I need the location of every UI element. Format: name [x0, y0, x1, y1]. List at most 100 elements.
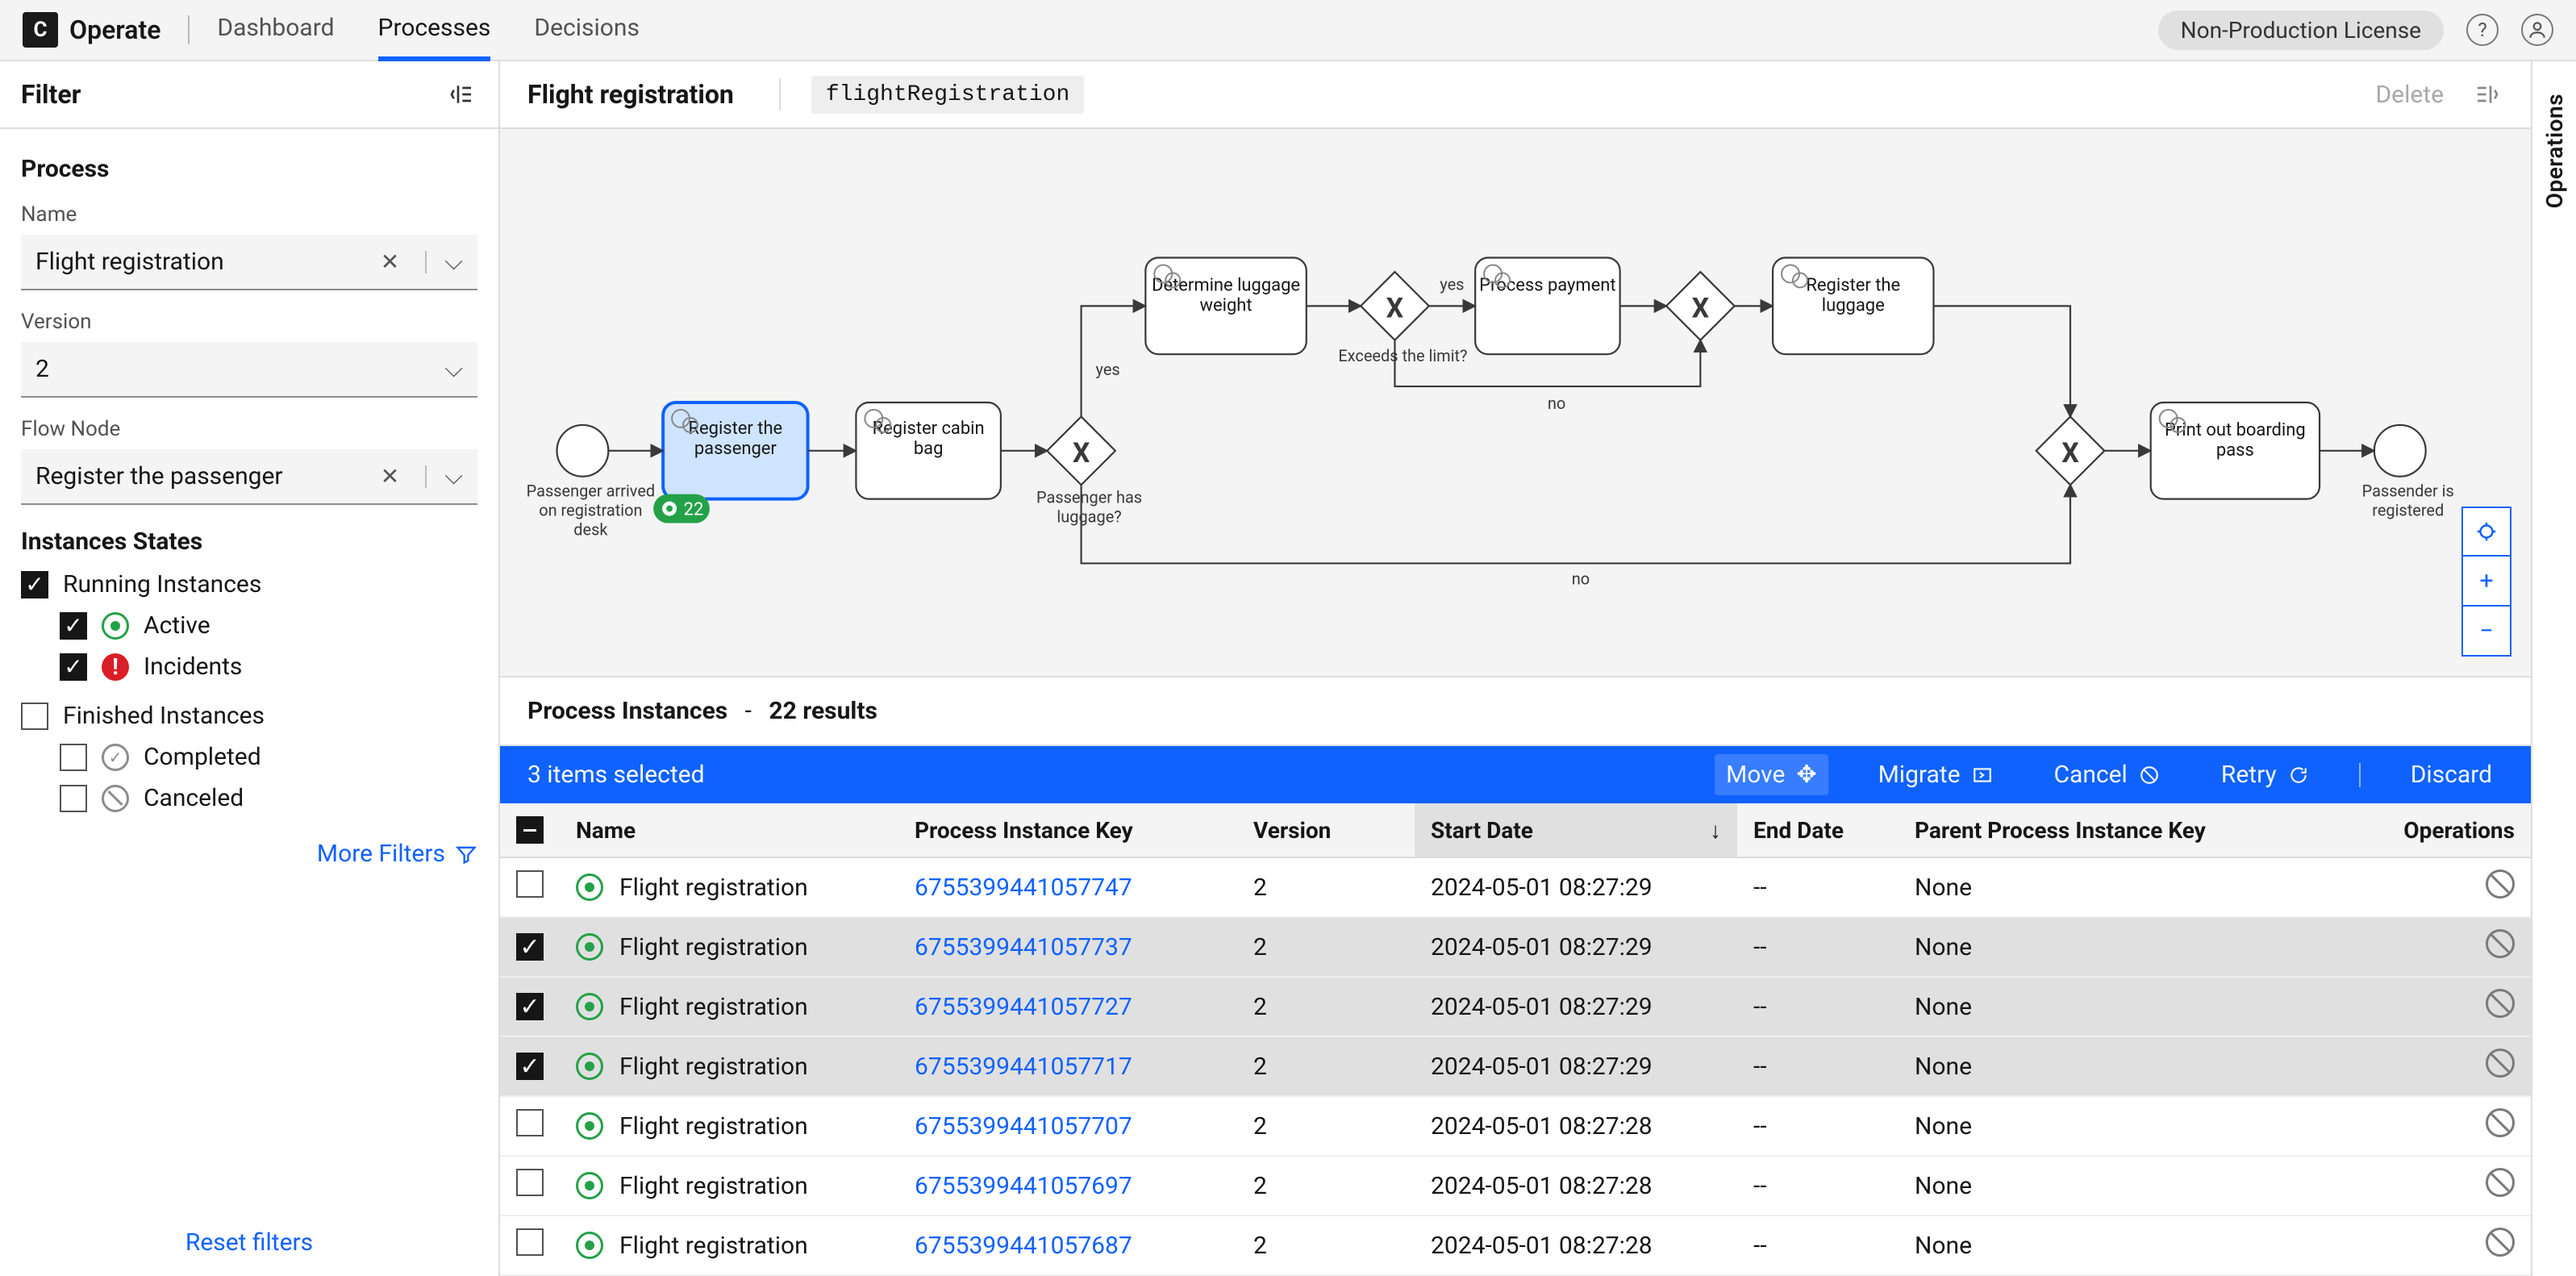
gateway-exceeds-limit-label: Exceeds the limit? — [1331, 346, 1475, 365]
zoom-in-button[interactable]: + — [2461, 557, 2511, 607]
row-key-link[interactable]: 6755399441057737 — [915, 933, 1132, 961]
row-key-link[interactable]: 6755399441057717 — [915, 1053, 1132, 1081]
table-row[interactable]: ✓ Flight registration 6755399441057737 2… — [500, 917, 2531, 977]
row-checkbox[interactable] — [516, 1228, 544, 1256]
nav-dashboard[interactable]: Dashboard — [217, 14, 334, 61]
task-register-cabin-bag[interactable]: Register cabin bag — [856, 402, 1000, 499]
clear-icon[interactable]: ✕ — [381, 463, 399, 490]
row-name: Flight registration — [619, 874, 808, 902]
task-instance-badge: 22 — [653, 494, 710, 523]
cancel-instance-icon[interactable] — [2486, 1108, 2515, 1137]
row-checkbox[interactable] — [516, 1109, 544, 1136]
row-checkbox[interactable] — [516, 870, 544, 898]
col-parent[interactable]: Parent Process Instance Key — [1899, 803, 2302, 857]
row-key-link[interactable]: 6755399441057697 — [915, 1172, 1132, 1200]
process-name-select[interactable]: Flight registration ✕ ⌵ — [21, 235, 477, 290]
row-checkbox[interactable]: ✓ — [516, 1053, 544, 1080]
brand[interactable]: C Operate — [23, 12, 160, 48]
col-end[interactable]: End Date — [1737, 803, 1899, 857]
row-parent: None — [1899, 1156, 2302, 1216]
checkbox-canceled[interactable] — [60, 785, 87, 812]
cancel-instance-icon[interactable] — [2486, 1228, 2515, 1257]
cancel-instance-icon[interactable] — [2486, 1049, 2515, 1078]
end-event[interactable] — [2374, 425, 2426, 477]
checkbox-finished[interactable] — [21, 703, 48, 730]
migrate-button[interactable]: Migrate — [1867, 754, 2004, 795]
table-row[interactable]: Flight registration 6755399441057707 2 2… — [500, 1096, 2531, 1156]
table-row[interactable]: ✓ Flight registration 6755399441057717 2… — [500, 1036, 2531, 1096]
task-print-pass[interactable]: Print out boarding pass — [2151, 402, 2320, 499]
discard-button[interactable]: Discard — [2399, 754, 2503, 795]
nav-processes[interactable]: Processes — [378, 14, 491, 61]
task-determine-luggage[interactable]: Determine luggage weight — [1145, 258, 1306, 355]
select-all-checkbox[interactable] — [516, 816, 544, 844]
chevron-down-icon[interactable]: ⌵ — [444, 355, 463, 383]
collapse-panel-icon[interactable] — [2471, 78, 2503, 111]
cancel-button[interactable]: Cancel — [2043, 754, 2171, 795]
row-end: -- — [1737, 1216, 1899, 1275]
col-ops[interactable]: Operations — [2302, 803, 2531, 857]
clear-icon[interactable]: ✕ — [381, 248, 399, 275]
cancel-instance-icon[interactable] — [2486, 1168, 2515, 1197]
row-key-link[interactable]: 6755399441057727 — [915, 993, 1132, 1021]
row-parent: None — [1899, 1036, 2302, 1096]
cancel-icon — [2139, 765, 2160, 786]
gateway-merge-payment[interactable]: X — [1666, 272, 1735, 340]
col-checkbox[interactable] — [500, 803, 560, 857]
nav-decisions[interactable]: Decisions — [534, 14, 640, 61]
row-name: Flight registration — [619, 933, 808, 961]
row-checkbox[interactable]: ✓ — [516, 933, 544, 961]
task-register-passenger[interactable]: Register the passenger — [663, 402, 807, 499]
instances-count: 22 results — [769, 697, 877, 725]
row-key-link[interactable]: 6755399441057747 — [915, 874, 1132, 902]
checkbox-completed[interactable] — [60, 744, 87, 771]
checkbox-incidents[interactable]: ✓ — [60, 653, 87, 681]
gateway-merge-final[interactable]: X — [2036, 417, 2105, 486]
table-row[interactable]: Flight registration 6755399441057687 2 2… — [500, 1216, 2531, 1275]
zoom-fit-button[interactable] — [2461, 507, 2511, 557]
label-active: Active — [144, 611, 210, 640]
user-avatar[interactable] — [2521, 14, 2553, 46]
collapse-panel-icon[interactable] — [445, 78, 477, 111]
row-start: 2024-05-01 08:27:28 — [1415, 1216, 1737, 1275]
delete-button[interactable]: Delete — [2375, 81, 2444, 109]
row-parent: None — [1899, 917, 2302, 977]
table-row[interactable]: Flight registration 6755399441057747 2 2… — [500, 857, 2531, 917]
col-version[interactable]: Version — [1237, 803, 1415, 857]
table-row[interactable]: Flight registration 6755399441057697 2 2… — [500, 1156, 2531, 1216]
task-register-luggage[interactable]: Register the luggage — [1773, 258, 1933, 355]
gateway-exceeds-limit[interactable]: X — [1361, 272, 1429, 340]
cancel-instance-icon[interactable] — [2486, 929, 2515, 958]
table-row[interactable]: ✓ Flight registration 6755399441057727 2… — [500, 977, 2531, 1036]
zoom-out-button[interactable]: − — [2461, 607, 2511, 657]
retry-button[interactable]: Retry — [2210, 754, 2320, 795]
cancel-instance-icon[interactable] — [2486, 989, 2515, 1018]
row-key-link[interactable]: 6755399441057707 — [915, 1112, 1132, 1140]
gateway-has-luggage[interactable]: X — [1047, 417, 1115, 486]
task-process-payment[interactable]: Process payment — [1475, 258, 1619, 355]
help-icon[interactable]: ? — [2466, 14, 2499, 46]
col-key[interactable]: Process Instance Key — [898, 803, 1237, 857]
reset-filters-link[interactable]: Reset filters — [0, 1209, 498, 1276]
row-checkbox[interactable] — [516, 1169, 544, 1196]
move-button[interactable]: Move ✥ — [1715, 754, 1828, 795]
col-start[interactable]: Start Date ↓ — [1415, 803, 1737, 857]
cancel-instance-icon[interactable] — [2486, 869, 2515, 899]
row-key-link[interactable]: 6755399441057687 — [915, 1232, 1132, 1260]
col-name[interactable]: Name — [560, 803, 898, 857]
chevron-down-icon[interactable]: ⌵ — [444, 248, 463, 276]
row-checkbox[interactable]: ✓ — [516, 993, 544, 1020]
chevron-down-icon[interactable]: ⌵ — [444, 462, 463, 490]
row-name: Flight registration — [619, 1112, 808, 1140]
checkbox-active[interactable]: ✓ — [60, 612, 87, 640]
separator — [2359, 763, 2361, 787]
col-start-label: Start Date — [1431, 817, 1533, 844]
checkbox-running[interactable]: ✓ — [21, 571, 48, 598]
row-version: 2 — [1237, 977, 1415, 1036]
more-filters-link[interactable]: More Filters — [21, 840, 477, 868]
start-event[interactable] — [557, 425, 609, 477]
flow-node-select[interactable]: Register the passenger ✕ ⌵ — [21, 449, 477, 505]
bpmn-diagram[interactable]: Passenger arrived on registration desk R… — [500, 129, 2531, 678]
operations-rail[interactable]: Operations — [2531, 61, 2576, 1276]
version-select[interactable]: 2 ⌵ — [21, 342, 477, 398]
